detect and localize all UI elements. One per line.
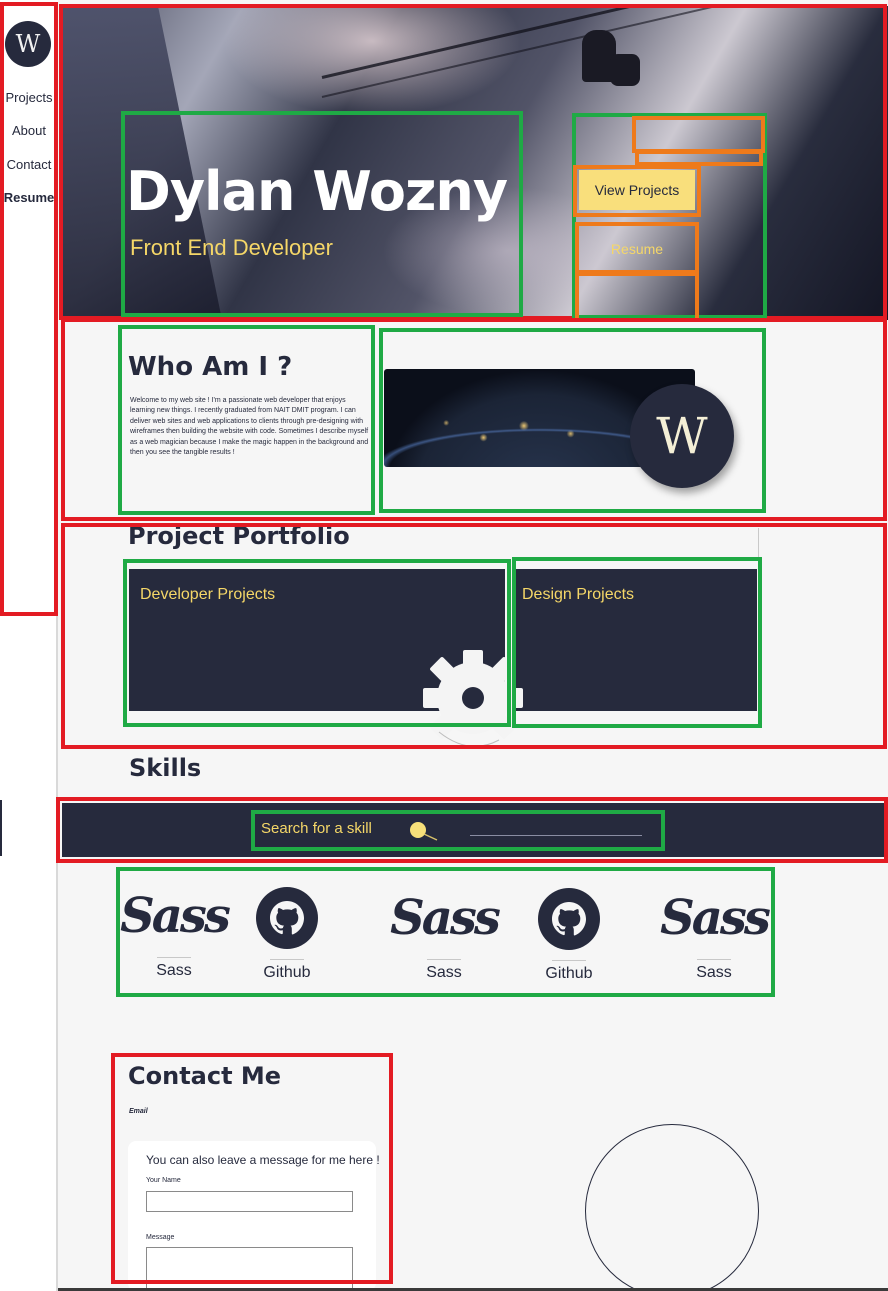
sass-logo-icon: Sass: [390, 882, 501, 954]
decorative-circle: [585, 1124, 759, 1291]
left-edge-marker: [0, 800, 2, 856]
skill-search-input[interactable]: [470, 822, 642, 836]
sidebar-nav: W Projects About Contact Resume: [0, 0, 58, 616]
sass-logo-text: Sass: [660, 890, 771, 946]
view-projects-button[interactable]: View Projects: [579, 170, 695, 210]
name-field-label: Your Name: [146, 1177, 181, 1184]
github-octocat-icon: [256, 887, 318, 949]
skill-item[interactable]: Github: [519, 883, 619, 983]
sidebar-item-about[interactable]: About: [0, 123, 58, 138]
page-left-border: [56, 616, 58, 1291]
skill-item[interactable]: Sass Sass: [390, 882, 501, 982]
hero-image-person: [610, 54, 640, 86]
skill-divider: [270, 959, 304, 960]
search-icon: [410, 822, 438, 841]
sass-logo-icon: Sass: [660, 882, 771, 954]
skill-divider: [552, 960, 586, 961]
skill-item[interactable]: Sass Sass: [660, 882, 771, 982]
skill-divider: [427, 959, 461, 960]
skill-label: Github: [545, 965, 593, 982]
divider: [758, 528, 759, 558]
skill-divider: [697, 959, 731, 960]
message-field-label: Message: [146, 1234, 175, 1241]
skill-label: Sass: [696, 964, 732, 981]
card-label: Design Projects: [522, 586, 635, 603]
hero-title: Dylan Wozny: [126, 160, 508, 223]
sass-logo-text: Sass: [390, 890, 501, 946]
skill-label: Sass: [156, 962, 192, 979]
hero-subtitle: Front End Developer: [130, 235, 333, 260]
about-title: Who Am I ?: [128, 352, 293, 382]
sidebar-item-resume[interactable]: Resume: [0, 190, 58, 205]
skill-search-label: Search for a skill: [261, 820, 372, 837]
message-field[interactable]: [146, 1247, 353, 1291]
contact-form-heading: You can also leave a message for me here…: [146, 1153, 380, 1167]
gear-icon: [423, 650, 523, 747]
email-label: Email: [129, 1108, 148, 1115]
skill-item[interactable]: Sass Sass: [120, 880, 231, 980]
skill-item[interactable]: Github: [237, 882, 337, 982]
logo-letter: W: [15, 30, 41, 58]
github-icon: [519, 883, 619, 955]
design-projects-card[interactable]: Design Projects: [516, 569, 757, 711]
skill-divider: [157, 957, 191, 958]
contact-title: Contact Me: [128, 1062, 282, 1090]
skill-label: Github: [263, 964, 311, 981]
github-icon: [237, 882, 337, 954]
logo[interactable]: W: [5, 21, 51, 67]
sidebar-item-projects[interactable]: Projects: [0, 90, 58, 105]
sass-logo-icon: Sass: [120, 880, 231, 952]
name-field[interactable]: [146, 1191, 353, 1212]
card-label: Developer Projects: [140, 586, 276, 603]
sass-logo-text: Sass: [120, 888, 231, 944]
skill-label: Sass: [426, 964, 462, 981]
logo-badge: W: [630, 384, 734, 488]
sidebar-item-contact[interactable]: Contact: [0, 157, 58, 172]
skills-title: Skills: [129, 754, 202, 782]
portfolio-title: Project Portfolio: [128, 522, 350, 550]
resume-button[interactable]: Resume: [579, 229, 695, 269]
about-text: Welcome to my web site ! I'm a passionat…: [130, 397, 369, 457]
github-octocat-icon: [538, 888, 600, 950]
logo-badge-letter: W: [656, 407, 708, 465]
